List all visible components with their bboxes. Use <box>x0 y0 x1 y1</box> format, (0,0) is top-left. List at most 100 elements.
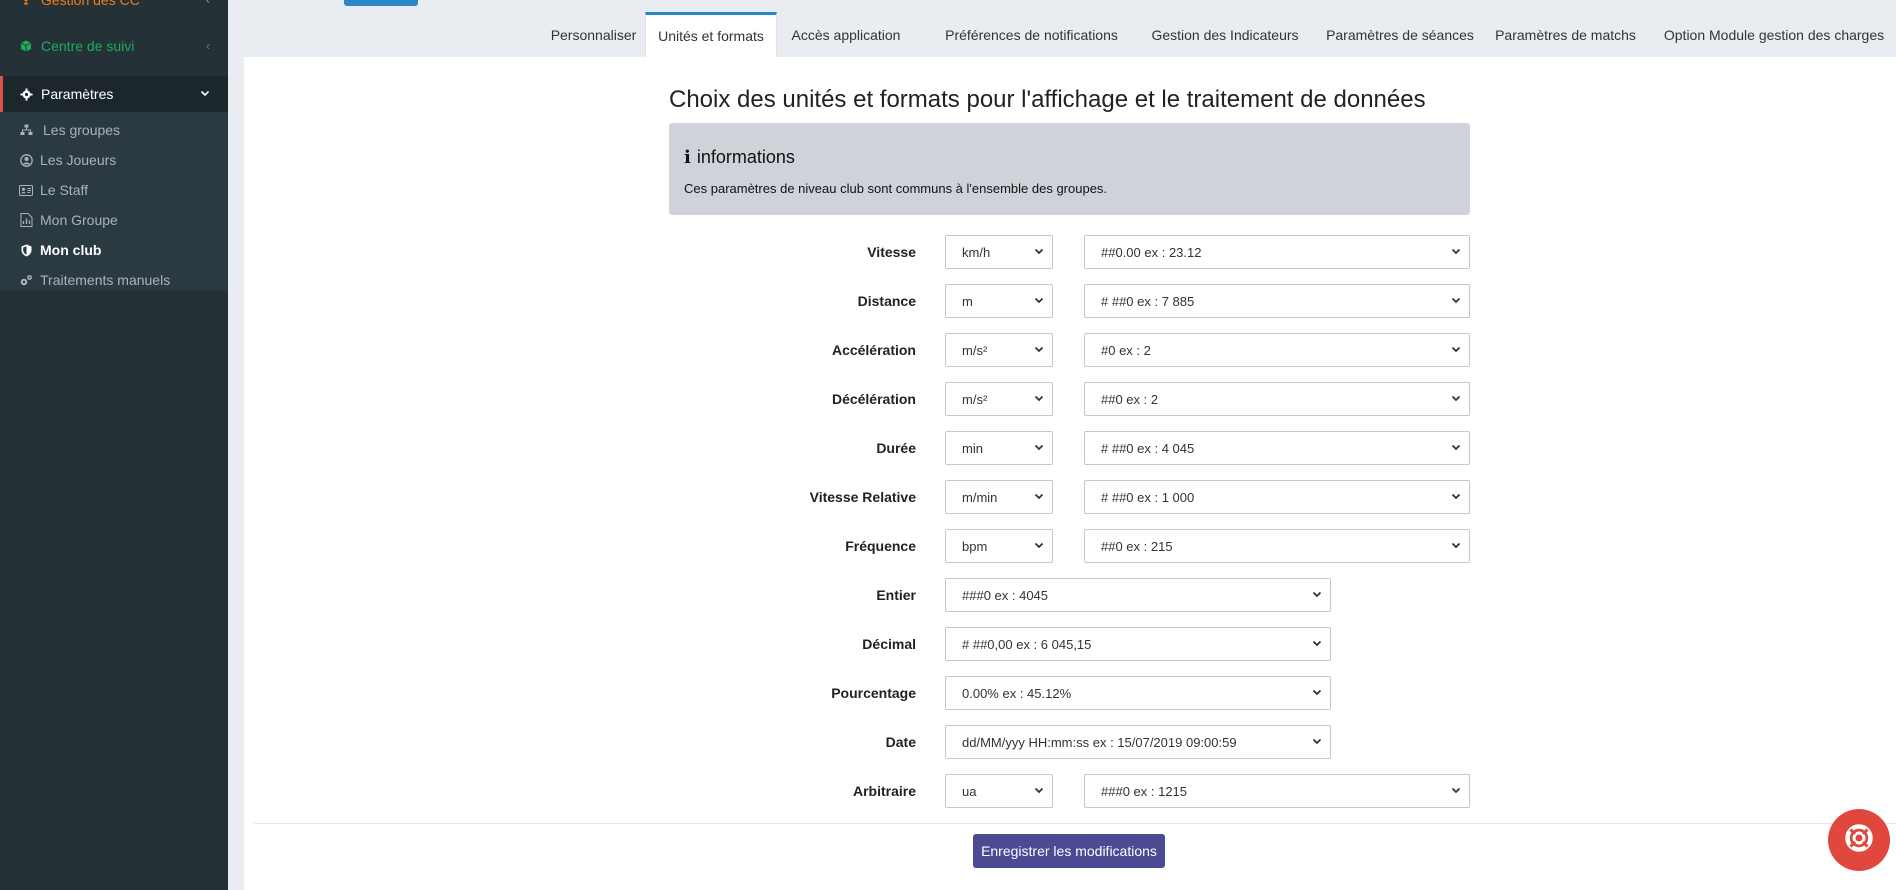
chevron-down-icon <box>1034 442 1044 452</box>
arbitraire-format-select[interactable]: ###0 ex : 1215 <box>1084 774 1470 808</box>
select-value: km/h <box>962 244 991 260</box>
label-entier: Entier <box>876 587 916 603</box>
chevron-down-icon <box>1312 638 1322 648</box>
sidebar-item-traitements[interactable]: Traitements manuels <box>0 267 228 293</box>
chevron-down-icon <box>1034 540 1044 550</box>
info-box: i informations Ces paramètres de niveau … <box>669 123 1470 215</box>
info-title-text: informations <box>696 147 795 167</box>
label-date: Date <box>885 734 916 750</box>
select-value: m/min <box>962 489 998 505</box>
label-distance: Distance <box>857 293 916 309</box>
divider <box>254 823 1896 824</box>
tab-preferences-notifications[interactable]: Préférences de notifications <box>929 12 1134 57</box>
tab-parametres-matchs[interactable]: Paramètres de matchs <box>1484 12 1647 57</box>
tab-label: Accès application <box>791 26 901 43</box>
chevron-down-icon <box>1034 246 1044 256</box>
sidebar-item-groupes[interactable]: Les groupes <box>0 117 228 143</box>
distance-format-select[interactable]: # ##0 ex : 7 885 <box>1084 284 1470 318</box>
select-value: # ##0,00 ex : 6 045,15 <box>962 636 1092 652</box>
sidebar-item-label: Les groupes <box>43 122 121 138</box>
sidebar-item-label: Centre de suivi <box>41 38 135 54</box>
label-decimal: Décimal <box>862 636 916 652</box>
select-value: dd/MM/yyy HH:mm:ss ex : 15/07/2019 09:00… <box>962 734 1237 750</box>
label-pourcentage: Pourcentage <box>831 685 916 701</box>
frequence-format-select[interactable]: ##0 ex : 215 <box>1084 529 1470 563</box>
trophy-icon <box>19 0 33 7</box>
help-button[interactable] <box>1828 809 1890 871</box>
sidebar-item-gestion-cc[interactable]: Gestion des CC ‹ <box>0 0 228 12</box>
tab-parametres-seances[interactable]: Paramètres de séances <box>1315 12 1485 57</box>
sidebar-item-joueurs[interactable]: Les Joueurs <box>0 147 228 173</box>
chevron-down-icon <box>1451 246 1461 256</box>
tab-label: Personnaliser <box>550 26 637 43</box>
tab-label: Préférences de notifications <box>945 26 1118 43</box>
sitemap-icon <box>19 123 33 137</box>
chevron-down-icon <box>1451 540 1461 550</box>
deceleration-unit-select[interactable]: m/s² <box>945 382 1053 416</box>
acceleration-format-select[interactable]: #0 ex : 2 <box>1084 333 1470 367</box>
chevron-down-icon <box>1034 785 1044 795</box>
label-arbitraire: Arbitraire <box>852 783 916 799</box>
tab-acces-application[interactable]: Accès application <box>782 12 910 57</box>
info-icon: i <box>684 147 691 168</box>
select-value: # ##0 ex : 7 885 <box>1101 293 1195 309</box>
select-value: ##0 ex : 2 <box>1101 391 1159 407</box>
chevron-left-icon: ‹ <box>206 39 210 53</box>
chevron-down-icon <box>1034 491 1044 501</box>
sidebar-item-mon-groupe[interactable]: Mon Groupe <box>0 207 228 233</box>
label-vitesse: Vitesse <box>867 244 916 260</box>
select-value: m/s² <box>962 342 988 358</box>
decimal-format-select[interactable]: # ##0,00 ex : 6 045,15 <box>945 627 1331 661</box>
sidebar-item-staff[interactable]: Le Staff <box>0 177 228 203</box>
chevron-left-icon: ‹ <box>206 0 210 7</box>
settings-tabs: Personnaliser Unités et formats Accès ap… <box>244 12 1896 57</box>
lifebuoy-icon <box>1844 823 1874 858</box>
vitesse-relative-format-select[interactable]: # ##0 ex : 1 000 <box>1084 480 1470 514</box>
distance-unit-select[interactable]: m <box>945 284 1053 318</box>
chevron-down-icon <box>1312 736 1322 746</box>
duree-format-select[interactable]: # ##0 ex : 4 045 <box>1084 431 1470 465</box>
arbitraire-unit-select[interactable]: ua <box>945 774 1053 808</box>
tab-personnaliser[interactable]: Personnaliser <box>528 12 659 57</box>
select-value: ###0 ex : 1215 <box>1101 783 1188 799</box>
sidebar-item-label: Paramètres <box>41 86 114 102</box>
sidebar-item-centre-suivi[interactable]: Centre de suivi ‹ <box>0 34 228 58</box>
sidebar-item-label: Le Staff <box>40 182 89 198</box>
sidebar-item-parametres[interactable]: Paramètres <box>0 76 228 112</box>
select-value: # ##0 ex : 1 000 <box>1101 489 1195 505</box>
select-value: m/s² <box>962 391 988 407</box>
header-button[interactable] <box>344 0 418 6</box>
select-value: ##0.00 ex : 23.12 <box>1101 244 1202 260</box>
frequence-unit-select[interactable]: bpm <box>945 529 1053 563</box>
label-duree: Durée <box>876 440 916 456</box>
chevron-down-icon <box>1312 589 1322 599</box>
cube-icon <box>19 39 33 53</box>
tab-label: Unités et formats <box>658 28 764 44</box>
vitesse-format-select[interactable]: ##0.00 ex : 23.12 <box>1084 235 1470 269</box>
sidebar-item-label: Mon Groupe <box>40 212 118 228</box>
tab-gestion-indicateurs[interactable]: Gestion des Indicateurs <box>1134 12 1316 57</box>
select-value: 0.00% ex : 45.12% <box>962 685 1072 701</box>
date-format-select[interactable]: dd/MM/yyy HH:mm:ss ex : 15/07/2019 09:00… <box>945 725 1331 759</box>
chevron-down-icon <box>1451 491 1461 501</box>
tab-option-gestion-charges[interactable]: Option Module gestion des charges <box>1652 12 1896 57</box>
select-value: # ##0 ex : 4 045 <box>1101 440 1195 456</box>
acceleration-unit-select[interactable]: m/s² <box>945 333 1053 367</box>
gears-icon <box>19 273 33 287</box>
deceleration-format-select[interactable]: ##0 ex : 2 <box>1084 382 1470 416</box>
duree-unit-select[interactable]: min <box>945 431 1053 465</box>
sidebar-item-mon-club[interactable]: Mon club <box>0 237 228 263</box>
chevron-down-icon <box>1451 442 1461 452</box>
sidebar-item-label: Traitements manuels <box>40 272 171 288</box>
select-value: ##0 ex : 215 <box>1101 538 1173 554</box>
tab-label: Paramètres de séances <box>1326 26 1474 43</box>
vitesse-unit-select[interactable]: km/h <box>945 235 1053 269</box>
save-button[interactable]: Enregistrer les modifications <box>973 834 1165 868</box>
entier-format-select[interactable]: ###0 ex : 4045 <box>945 578 1331 612</box>
pourcentage-format-select[interactable]: 0.00% ex : 45.12% <box>945 676 1331 710</box>
vitesse-relative-unit-select[interactable]: m/min <box>945 480 1053 514</box>
label-deceleration: Décélération <box>831 391 916 407</box>
sidebar-item-label: Les Joueurs <box>40 152 117 168</box>
tab-unites-formats[interactable]: Unités et formats <box>645 12 777 57</box>
chevron-down-icon <box>1451 393 1461 403</box>
